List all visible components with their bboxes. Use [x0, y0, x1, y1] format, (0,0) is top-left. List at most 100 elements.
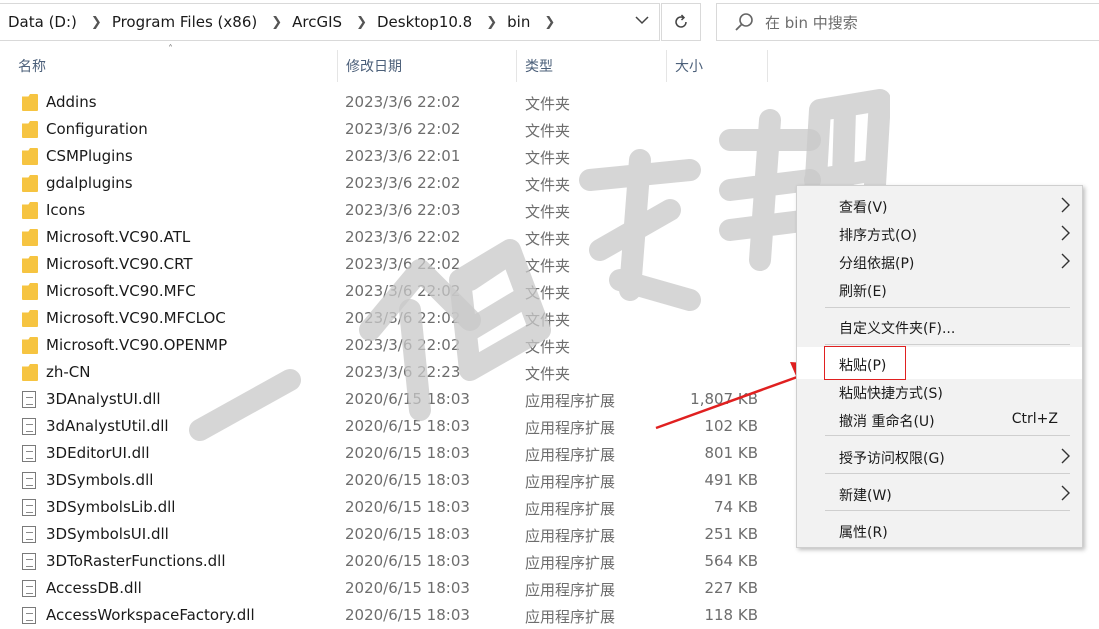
menu-item-label: 排序方式(O): [839, 228, 917, 244]
menu-item[interactable]: 粘贴快捷方式(S): [797, 378, 1082, 406]
file-row[interactable]: 3DEditorUI.dll 2020/6/15 18:03 应用程序扩展 801 K…: [0, 440, 780, 467]
file-type: 应用程序扩展: [525, 581, 616, 599]
column-header-date[interactable]: 修改日期: [338, 52, 516, 80]
file-date: 2023/3/6 22:02: [345, 336, 461, 354]
search-placeholder: 在 bin 中搜索: [765, 13, 858, 32]
file-row[interactable]: 3DSymbols.dll 2020/6/15 18:03 应用程序扩展 491 KB: [0, 467, 780, 494]
file-name: 3DSymbolsLib.dll: [46, 498, 176, 516]
folder-row[interactable]: Microsoft.VC90.ATL 2023/3/6 22:02 文件夹: [0, 224, 780, 251]
file-type: 文件夹: [525, 203, 571, 221]
file-row[interactable]: 3DSymbolsUI.dll 2020/6/15 18:03 应用程序扩展 251 …: [0, 521, 780, 548]
file-icon: [22, 499, 36, 516]
chevron-right-icon[interactable]: ❯: [544, 15, 555, 30]
file-date: 2023/3/6 22:02: [345, 309, 461, 327]
menu-item[interactable]: 查看(V): [797, 192, 1082, 220]
folder-row[interactable]: Microsoft.VC90.MFC 2023/3/6 22:02 文件夹: [0, 278, 780, 305]
breadcrumb-desktop[interactable]: Desktop10.8: [377, 13, 472, 31]
menu-item[interactable]: 刷新(E): [797, 276, 1082, 304]
file-size: 251 KB: [704, 525, 758, 543]
file-size: 801 KB: [704, 444, 758, 462]
chevron-right-icon[interactable]: ❯: [271, 15, 282, 30]
folder-row[interactable]: Configuration 2023/3/6 22:02 文件夹: [0, 116, 780, 143]
address-bar[interactable]: Data (D:) ❯ Program Files (x86) ❯ ArcGIS…: [0, 3, 660, 41]
menu-separator: [825, 435, 1070, 436]
breadcrumb-program-files[interactable]: Program Files (x86): [112, 13, 257, 31]
file-type: 应用程序扩展: [525, 608, 616, 626]
file-row[interactable]: 3DSymbolsLib.dll 2020/6/15 18:03 应用程序扩展 74 …: [0, 494, 780, 521]
file-date: 2023/3/6 22:02: [345, 255, 461, 273]
folder-icon: [22, 310, 38, 327]
chevron-right-icon: [1061, 225, 1070, 241]
column-divider[interactable]: [767, 50, 768, 82]
menu-item-label: 分组依据(P): [839, 256, 915, 272]
menu-item[interactable]: 属性(R): [797, 517, 1082, 545]
file-type: 文件夹: [525, 284, 571, 302]
file-date: 2023/3/6 22:02: [345, 282, 461, 300]
menu-item[interactable]: 排序方式(O): [797, 220, 1082, 248]
menu-item[interactable]: 新建(W): [797, 480, 1082, 508]
folder-row[interactable]: Microsoft.VC90.CRT 2023/3/6 22:02 文件夹: [0, 251, 780, 278]
file-name: Addins: [46, 93, 97, 111]
folder-icon: [22, 364, 38, 381]
file-name: zh-CN: [46, 363, 91, 381]
file-date: 2023/3/6 22:02: [345, 120, 461, 138]
file-size: 74 KB: [714, 498, 758, 516]
file-name: 3dAnalystUtil.dll: [46, 417, 169, 435]
file-name: 3DSymbolsUI.dll: [46, 525, 169, 543]
file-type: 应用程序扩展: [525, 392, 616, 410]
file-icon: [22, 472, 36, 489]
column-header-type[interactable]: 类型: [517, 52, 667, 80]
column-header-name[interactable]: 名称: [10, 52, 338, 80]
file-date: 2023/3/6 22:02: [345, 228, 461, 246]
file-size: 491 KB: [704, 471, 758, 489]
folder-row[interactable]: Icons 2023/3/6 22:03 文件夹: [0, 197, 780, 224]
menu-separator: [825, 473, 1070, 474]
folder-row[interactable]: Addins 2023/3/6 22:02 文件夹: [0, 89, 780, 116]
refresh-icon: [675, 14, 687, 28]
folder-icon: [22, 283, 38, 300]
file-name: 3DAnalystUI.dll: [46, 390, 161, 408]
file-name: Microsoft.VC90.MFC: [46, 282, 196, 300]
folder-icon: [22, 256, 38, 273]
folder-row[interactable]: Microsoft.VC90.MFCLOC 2023/3/6 22:02 文件夹: [0, 305, 780, 332]
file-type: 文件夹: [525, 257, 571, 275]
breadcrumb-drive[interactable]: Data (D:): [0, 13, 77, 31]
file-row[interactable]: AccessDB.dll 2020/6/15 18:03 应用程序扩展 227 KB: [0, 575, 780, 602]
file-date: 2020/6/15 18:03: [345, 552, 470, 570]
file-date: 2020/6/15 18:03: [345, 606, 470, 624]
menu-item[interactable]: 授予访问权限(G): [797, 443, 1082, 471]
file-name: AccessDB.dll: [46, 579, 142, 597]
breadcrumb-bin[interactable]: bin: [507, 13, 530, 31]
file-row[interactable]: 3DToRasterFunctions.dll 2020/6/15 18:03 应用…: [0, 548, 780, 575]
chevron-right-icon[interactable]: ❯: [91, 15, 102, 30]
file-date: 2020/6/15 18:03: [345, 444, 470, 462]
chevron-right-icon[interactable]: ❯: [486, 15, 497, 30]
file-name: Microsoft.VC90.MFCLOC: [46, 309, 226, 327]
menu-item[interactable]: 自定义文件夹(F)...: [797, 313, 1082, 341]
paste-highlight-box: [824, 346, 906, 380]
folder-icon: [22, 94, 38, 111]
menu-item[interactable]: 分组依据(P): [797, 248, 1082, 276]
file-type: 文件夹: [525, 311, 571, 329]
search-input[interactable]: 在 bin 中搜索: [716, 3, 1099, 41]
menu-item-label: 刷新(E): [839, 284, 887, 300]
file-icon: [22, 526, 36, 543]
file-name: Configuration: [46, 120, 148, 138]
file-row[interactable]: AccessWorkspaceFactory.dll 2020/6/15 18:0…: [0, 602, 780, 629]
chevron-down-icon[interactable]: [635, 14, 649, 29]
file-type: 应用程序扩展: [525, 554, 616, 572]
file-name: Microsoft.VC90.OPENMP: [46, 336, 228, 354]
file-date: 2020/6/15 18:03: [345, 390, 470, 408]
menu-item[interactable]: 撤消 重命名(U) Ctrl+Z: [797, 406, 1082, 434]
menu-item-label: 属性(R): [839, 525, 888, 541]
breadcrumb-arcgis[interactable]: ArcGIS: [292, 13, 342, 31]
folder-row[interactable]: CSMPlugins 2023/3/6 22:01 文件夹: [0, 143, 780, 170]
file-date: 2020/6/15 18:03: [345, 498, 470, 516]
folder-row[interactable]: gdalplugins 2023/3/6 22:02 文件夹: [0, 170, 780, 197]
column-header-size[interactable]: 大小: [667, 52, 767, 80]
search-icon: [735, 13, 753, 31]
folder-icon: [22, 121, 38, 138]
file-type: 应用程序扩展: [525, 527, 616, 545]
chevron-right-icon[interactable]: ❯: [356, 15, 367, 30]
refresh-button[interactable]: [661, 3, 701, 41]
